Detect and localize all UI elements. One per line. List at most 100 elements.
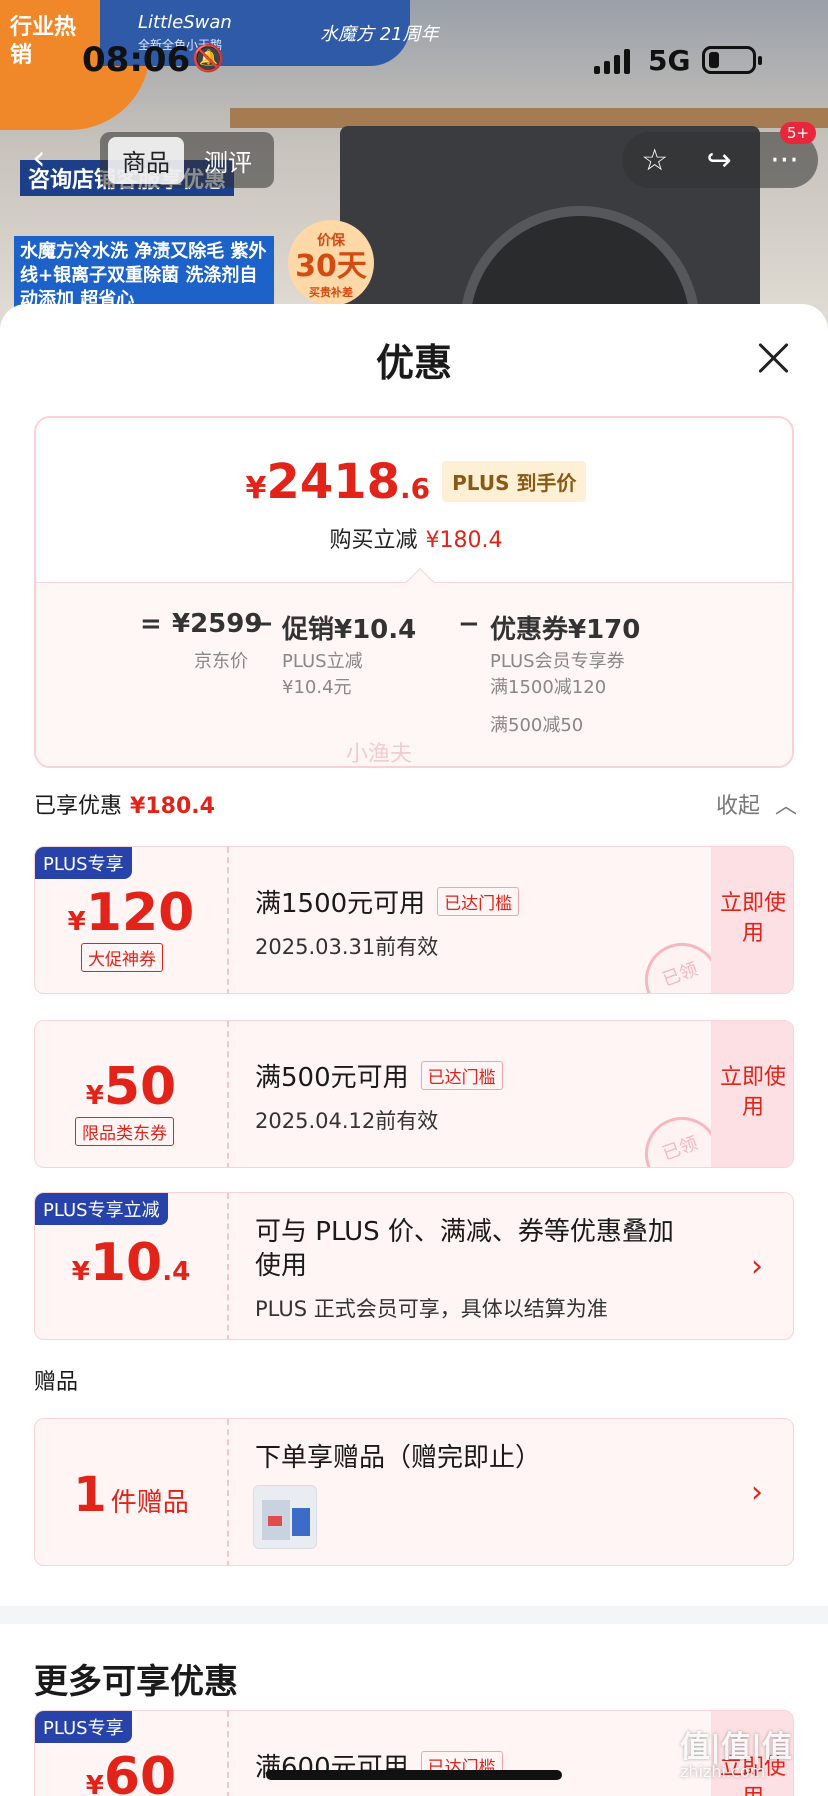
promo-sub1: PLUS立减	[282, 651, 363, 672]
plus-reduce-card[interactable]: ¥10.4 PLUS专享立减 可与 PLUS 价、满减、券等优惠叠加使用 PLU…	[34, 1192, 794, 1340]
coupon-validity: 2025.04.12前有效	[255, 1109, 439, 1133]
coupon-amount: 120	[85, 883, 195, 943]
gift-title: 下单享赠品（赠完即止）	[255, 1443, 542, 1473]
home-indicator[interactable]	[266, 1770, 562, 1780]
gift-count-number: 1	[73, 1467, 107, 1523]
collapse-button[interactable]: 收起 ︿	[716, 788, 797, 820]
coupon-kind: 大促神券	[81, 943, 163, 972]
mute-icon: 🔕	[192, 44, 225, 74]
threshold-reached-tag: 已达门槛	[420, 1061, 503, 1090]
price-summary-card: ¥ 2418 .6 PLUS 到手价 购买立减 ¥180.4 = ¥2599 京东…	[34, 416, 794, 768]
chevron-right-icon: ›	[751, 1475, 763, 1510]
equals-sign: =	[140, 609, 162, 639]
network-label: 5G	[648, 44, 691, 77]
coupon-divider	[227, 1193, 229, 1339]
gift-count: 1 件赠品	[35, 1467, 227, 1523]
minus-sign-2: −	[458, 609, 480, 639]
battery-icon	[702, 46, 762, 74]
coupon-divider	[227, 1711, 229, 1796]
coupon-validity: 2025.03.31前有效	[255, 935, 439, 959]
plus-exclusive-tag: PLUS专享	[35, 1711, 132, 1743]
minus-sign: −	[252, 609, 274, 639]
collapse-label: 收起	[716, 794, 761, 819]
coupon-sub3: 满500减50	[490, 715, 584, 736]
coupon-sub2: 满1500减120	[490, 677, 607, 698]
coupon-condition-text: 满500元可用	[255, 1063, 409, 1093]
status-bar: 08:06 🔕 5G	[0, 0, 828, 110]
product-tabs: 商品 测评	[100, 132, 274, 188]
badge-bottom: 买贵补差	[309, 286, 353, 299]
coupon-value: ¥50	[35, 1057, 227, 1117]
plus-reduce-value: ¥10.4	[35, 1233, 227, 1293]
gift-card[interactable]: 1 件赠品 下单享赠品（赠完即止） ›	[34, 1418, 794, 1566]
summary-top: ¥ 2418 .6 PLUS 到手价 购买立减 ¥180.4	[36, 418, 792, 582]
price-integer: 2418	[266, 454, 401, 510]
coupon-amount: 50	[103, 1057, 177, 1117]
price-currency: ¥	[245, 471, 267, 506]
price-protect-badge: 价保 30天 买贵补差	[288, 220, 374, 306]
product-nav: ‹ 商品 测评 ☆ ↪ ··· 5+	[0, 122, 828, 194]
plus-price-tag: PLUS 到手价	[442, 461, 587, 502]
coupon-currency: ¥	[85, 1081, 104, 1111]
plus-reduce-decimal: .4	[162, 1257, 191, 1287]
coupon-divider	[227, 847, 229, 993]
gift-section-label: 赠品	[34, 1370, 79, 1395]
reduce-amount: ¥180.4	[425, 528, 503, 553]
coupon-currency: ¥	[85, 1771, 104, 1796]
promo-sub2: ¥10.4元	[282, 677, 352, 698]
coupon-condition-text: 满1500元可用	[255, 889, 426, 919]
plus-exclusive-tag: PLUS专享	[35, 847, 132, 879]
gift-count-unit: 件赠品	[110, 1488, 189, 1518]
message-count-badge: 5+	[780, 122, 817, 144]
coupon-card: ¥50 限品类东券 满500元可用 已达门槛 2025.04.12前有效 已领 立…	[34, 1020, 794, 1168]
signal-icon	[594, 48, 630, 74]
coupon-condition: 满1500元可用 已达门槛	[255, 883, 520, 920]
use-now-button[interactable]: 立即使用	[711, 1021, 793, 1167]
plus-reduce-desc: 可与 PLUS 价、满减、券等优惠叠加使用	[255, 1217, 674, 1281]
coupon-card: ¥120 大促神券 PLUS专享 满1500元可用 已达门槛 2025.03.31…	[34, 846, 794, 994]
more-offers-title: 更多可享优惠	[34, 1662, 238, 1702]
coupon-divider	[227, 1419, 229, 1565]
base-price: ¥2599	[172, 609, 263, 639]
back-icon[interactable]: ‹	[32, 138, 46, 178]
watermark: 小渔夫	[346, 742, 413, 767]
site-watermark-url: zhizhi.com	[680, 1762, 766, 1781]
plus-reduce-note: PLUS 正式会员可享，具体以结算为准	[255, 1297, 608, 1321]
tab-product[interactable]: 商品	[108, 136, 184, 184]
reduce-line: 购买立减 ¥180.4	[36, 522, 792, 554]
site-watermark: 值|值|值	[680, 1730, 792, 1765]
chevron-up-icon: ︿	[775, 794, 798, 819]
coupon-value: ¥120	[35, 883, 227, 943]
plus-reduce-amount: 10	[89, 1233, 163, 1293]
plus-reduce-currency: ¥	[71, 1257, 90, 1287]
coupon-amount: 优惠券¥170	[490, 615, 641, 645]
reduce-label: 购买立减	[329, 528, 418, 553]
coupon-currency: ¥	[67, 907, 86, 937]
chevron-right-icon: ›	[751, 1249, 763, 1284]
coupon-divider	[227, 1021, 229, 1167]
enjoyed-amount: ¥180.4	[130, 794, 215, 819]
plus-reduce-tag: PLUS专享立减	[35, 1193, 168, 1225]
enjoyed-label: 已享优惠	[34, 794, 123, 819]
clock: 08:06	[82, 40, 191, 80]
share-icon[interactable]: ↪	[707, 143, 732, 178]
favorite-star-icon[interactable]: ☆	[641, 143, 668, 178]
shelf	[230, 108, 828, 128]
final-price: ¥ 2418 .6 PLUS 到手价	[36, 454, 792, 510]
coupon-value-area: ¥50 限品类东券	[35, 1021, 227, 1167]
coupon-amount: 60	[103, 1747, 177, 1796]
coupon-condition: 满500元可用 已达门槛	[255, 1057, 503, 1094]
base-price-label: 京东价	[194, 651, 248, 672]
threshold-reached-tag: 已达门槛	[437, 887, 520, 916]
section-gap	[0, 1606, 828, 1624]
discount-sheet: 优惠 ¥ 2418 .6 PLUS 到手价 购买立减 ¥180.4 = ¥2599…	[0, 304, 828, 1796]
close-icon[interactable]	[756, 340, 792, 376]
tab-review[interactable]: 测评	[190, 137, 266, 184]
sheet-title: 优惠	[375, 341, 452, 385]
gift-thumbnail	[253, 1485, 317, 1549]
more-icon[interactable]: ···	[770, 143, 799, 178]
coupon-value: ¥60	[35, 1747, 227, 1796]
badge-days: 30天	[295, 249, 367, 284]
use-now-button[interactable]: 立即使用	[711, 847, 793, 993]
coupon-kind: 限品类东券	[75, 1117, 174, 1146]
